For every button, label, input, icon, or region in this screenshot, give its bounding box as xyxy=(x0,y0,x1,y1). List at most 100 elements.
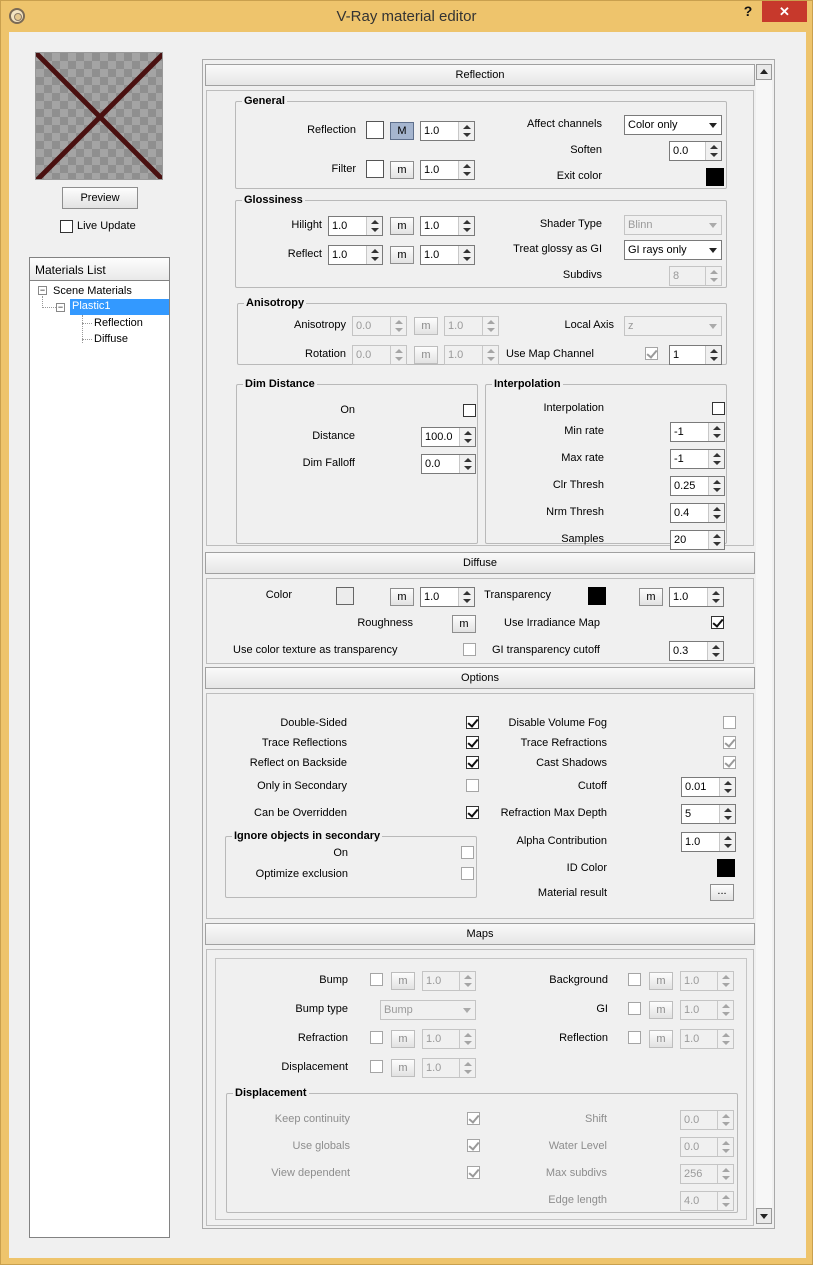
diffuse-color-map-button[interactable]: m xyxy=(390,588,414,606)
hilight-map-button[interactable]: m xyxy=(390,217,414,235)
tree-item-diffuse[interactable]: Diffuse xyxy=(94,332,128,346)
tree-item-scene-materials[interactable]: Scene Materials xyxy=(53,284,132,298)
reflect-map-amount-spinner[interactable]: 1.0 xyxy=(420,245,475,265)
bump-amount-spinner[interactable]: 1.0 xyxy=(422,971,476,991)
reflection-color-swatch[interactable] xyxy=(366,121,384,139)
maps-reflection-amount-spinner[interactable]: 1.0 xyxy=(680,1029,734,1049)
optimize-exclusion-checkbox[interactable] xyxy=(461,867,474,880)
maps-section-header[interactable]: Maps xyxy=(205,923,755,945)
rotation-map-button[interactable]: m xyxy=(414,346,438,364)
collapse-icon[interactable]: − xyxy=(38,286,47,295)
title-bar[interactable]: V-Ray material editor ? ✕ xyxy=(1,1,812,31)
filter-color-swatch[interactable] xyxy=(366,160,384,178)
map-channel-spinner[interactable]: 1 xyxy=(669,345,722,365)
material-result-button[interactable]: ... xyxy=(710,884,734,901)
use-globals-checkbox[interactable] xyxy=(467,1139,480,1152)
anisotropy-map-amount-spinner[interactable]: 1.0 xyxy=(444,316,499,336)
reflection-section-header[interactable]: Reflection xyxy=(205,64,755,86)
edge-length-spinner[interactable]: 4.0 xyxy=(680,1191,734,1211)
max-subdivs-spinner[interactable]: 256 xyxy=(680,1164,734,1184)
tree-item-plastic1[interactable]: Plastic1 xyxy=(70,299,169,315)
diffuse-section-header[interactable]: Diffuse xyxy=(205,552,755,574)
ignore-on-checkbox[interactable] xyxy=(461,846,474,859)
bump-map-button[interactable]: m xyxy=(391,972,415,990)
bump-checkbox[interactable] xyxy=(370,973,383,986)
rotation-spinner[interactable]: 0.0 xyxy=(352,345,407,365)
background-map-button[interactable]: m xyxy=(649,972,673,990)
transparency-amount-spinner[interactable]: 1.0 xyxy=(669,587,724,607)
close-button[interactable]: ✕ xyxy=(762,1,807,22)
soften-spinner[interactable]: 0.0 xyxy=(669,141,722,161)
options-section-header[interactable]: Options xyxy=(205,667,755,689)
maps-reflection-checkbox[interactable] xyxy=(628,1031,641,1044)
samples-label: Samples xyxy=(561,533,604,545)
diffuse-color-amount-spinner[interactable]: 1.0 xyxy=(420,587,475,607)
materials-tree[interactable]: − Scene Materials − Plastic1 Reflection … xyxy=(29,257,170,1238)
collapse-icon[interactable]: − xyxy=(56,303,65,312)
background-amount-spinner[interactable]: 1.0 xyxy=(680,971,734,991)
exit-color-swatch[interactable] xyxy=(706,168,724,186)
background-checkbox[interactable] xyxy=(628,973,641,986)
cast-shadows-checkbox[interactable] xyxy=(723,756,736,769)
use-map-channel-checkbox[interactable] xyxy=(645,347,658,360)
cutoff-spinner[interactable]: 0.01 xyxy=(681,777,736,797)
treat-glossy-dropdown[interactable]: GI rays only xyxy=(624,240,722,260)
gi-cutoff-spinner[interactable]: 0.3 xyxy=(669,641,724,661)
shader-type-dropdown[interactable]: Blinn xyxy=(624,215,722,235)
max-rate-spinner[interactable]: -1 xyxy=(670,449,725,469)
interpolation-checkbox[interactable] xyxy=(712,402,725,415)
refraction-amount-spinner[interactable]: 1.0 xyxy=(422,1029,476,1049)
reflect-map-button[interactable]: m xyxy=(390,246,414,264)
hilight-spinner[interactable]: 1.0 xyxy=(328,216,383,236)
scroll-up-button[interactable] xyxy=(756,64,772,80)
samples-spinner[interactable]: 20 xyxy=(670,530,725,550)
hilight-map-amount-spinner[interactable]: 1.0 xyxy=(420,216,475,236)
subdivs-spinner[interactable]: 8 xyxy=(669,266,722,286)
transparency-map-button[interactable]: m xyxy=(639,588,663,606)
displacement-checkbox[interactable] xyxy=(370,1060,383,1073)
anisotropy-spinner[interactable]: 0.0 xyxy=(352,316,407,336)
reflection-map-button[interactable]: M xyxy=(390,122,414,140)
min-rate-spinner[interactable]: -1 xyxy=(670,422,725,442)
dim-falloff-spinner[interactable]: 0.0 xyxy=(421,454,476,474)
shift-spinner[interactable]: 0.0 xyxy=(680,1110,734,1130)
clr-thresh-spinner[interactable]: 0.25 xyxy=(670,476,725,496)
scroll-down-button[interactable] xyxy=(756,1208,772,1224)
gi-map-button[interactable]: m xyxy=(649,1001,673,1019)
displacement-map-button[interactable]: m xyxy=(391,1059,415,1077)
nrm-thresh-spinner[interactable]: 0.4 xyxy=(670,503,725,523)
distance-spinner[interactable]: 100.0 xyxy=(421,427,476,447)
refraction-map-button[interactable]: m xyxy=(391,1030,415,1048)
trace-refractions-checkbox[interactable] xyxy=(723,736,736,749)
affect-channels-dropdown[interactable]: Color only xyxy=(624,115,722,135)
disable-volume-fog-checkbox[interactable] xyxy=(723,716,736,729)
use-irradiance-checkbox[interactable] xyxy=(711,616,724,629)
refraction-checkbox[interactable] xyxy=(370,1031,383,1044)
displacement-amount-spinner[interactable]: 1.0 xyxy=(422,1058,476,1078)
diffuse-color-swatch[interactable] xyxy=(336,587,354,605)
view-dependent-checkbox[interactable] xyxy=(467,1166,480,1179)
gi-checkbox[interactable] xyxy=(628,1002,641,1015)
water-level-spinner[interactable]: 0.0 xyxy=(680,1137,734,1157)
filter-amount-spinner[interactable]: 1.0 xyxy=(420,160,475,180)
keep-continuity-checkbox[interactable] xyxy=(467,1112,480,1125)
local-axis-dropdown[interactable]: z xyxy=(624,316,722,336)
filter-map-button[interactable]: m xyxy=(390,161,414,179)
bump-type-dropdown[interactable]: Bump xyxy=(380,1000,476,1020)
maps-reflection-map-button[interactable]: m xyxy=(649,1030,673,1048)
materials-list-header[interactable]: Materials List xyxy=(29,257,170,281)
refraction-max-depth-spinner[interactable]: 5 xyxy=(681,804,736,824)
help-button[interactable]: ? xyxy=(737,3,759,25)
dim-on-checkbox[interactable] xyxy=(463,404,476,417)
id-color-swatch[interactable] xyxy=(717,859,735,877)
anisotropy-map-button[interactable]: m xyxy=(414,317,438,335)
scrollbar[interactable] xyxy=(756,64,772,1224)
gi-amount-spinner[interactable]: 1.0 xyxy=(680,1000,734,1020)
reflect-spinner[interactable]: 1.0 xyxy=(328,245,383,265)
live-update-checkbox[interactable] xyxy=(60,220,73,233)
reflection-amount-spinner[interactable]: 1.0 xyxy=(420,121,475,141)
preview-button[interactable]: Preview xyxy=(62,187,138,209)
alpha-contribution-spinner[interactable]: 1.0 xyxy=(681,832,736,852)
transparency-color-swatch[interactable] xyxy=(588,587,606,605)
tree-item-reflection[interactable]: Reflection xyxy=(94,316,143,330)
